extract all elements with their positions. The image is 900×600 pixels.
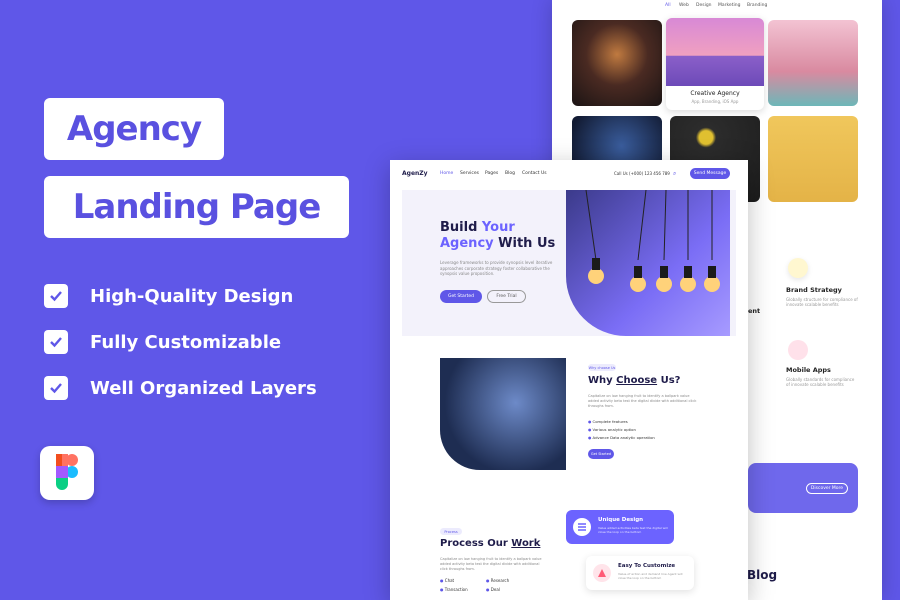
- phone-number: Call Us (+000) 123 456 789: [614, 171, 670, 176]
- front-page-preview: AgenZy Home Services Pages Blog Contact …: [390, 160, 748, 600]
- service-title: Mobile Apps: [786, 366, 831, 374]
- bullet-item: ● Various analytic option: [588, 427, 636, 432]
- feature-label: Fully Customizable: [90, 331, 282, 353]
- check-icon: [44, 376, 68, 400]
- check-icon: [44, 330, 68, 354]
- service-title: Brand Strategy: [786, 286, 842, 294]
- send-message-button[interactable]: Send Message: [690, 168, 730, 179]
- partial-service-title: ent: [748, 307, 761, 315]
- hanging-bulbs-icon: [585, 190, 720, 292]
- check-circle-icon: ●: [486, 587, 490, 592]
- get-started-button[interactable]: Get Started: [440, 290, 482, 303]
- easy-customize-card[interactable]: Easy To Customize Value-of action and de…: [586, 556, 694, 590]
- check-circle-icon: ●: [588, 419, 592, 424]
- search-icon[interactable]: ⌕: [673, 170, 676, 178]
- feature-label: Well Organized Layers: [90, 377, 317, 399]
- filter-marketing[interactable]: Marketing: [718, 3, 740, 8]
- free-trial-button[interactable]: Free Trial: [487, 290, 526, 303]
- feature-item: High-Quality Design: [44, 284, 293, 308]
- check-icon: [44, 284, 68, 308]
- check-circle-icon: ●: [588, 435, 592, 440]
- figma-logo-icon: [40, 446, 94, 500]
- creative-agency-image: [666, 18, 764, 86]
- why-choose-title: Why Choose Us?: [588, 375, 681, 386]
- feature-label: High-Quality Design: [90, 285, 294, 307]
- check-circle-icon: ●: [440, 578, 444, 583]
- filter-design[interactable]: Design: [696, 3, 712, 8]
- cta-banner: Discover More: [748, 463, 858, 513]
- process-item: ● Chat: [440, 578, 455, 583]
- check-circle-icon: ●: [486, 578, 490, 583]
- filter-web[interactable]: Web: [679, 3, 689, 8]
- portfolio-arches-image[interactable]: [768, 20, 858, 106]
- why-choose-description: Capitalize on low hanging fruit to ident…: [588, 394, 697, 408]
- check-circle-icon: ●: [440, 587, 444, 592]
- logo[interactable]: AgenZy: [402, 170, 428, 177]
- check-circle-icon: ●: [588, 427, 592, 432]
- nav-home[interactable]: Home: [440, 171, 453, 176]
- card-title: Easy To Customize: [618, 563, 676, 569]
- nav-pages[interactable]: Pages: [485, 171, 498, 176]
- feature-item: Well Organized Layers: [44, 376, 317, 400]
- process-item: ● Deal: [486, 587, 500, 592]
- unique-design-card[interactable]: Unique Design Value added activities bet…: [566, 510, 674, 544]
- card-desc: Value-of action and demand line Agent wi…: [618, 572, 683, 580]
- hero-title: Build Your Agency With Us: [440, 220, 556, 251]
- process-item: ● Transaction: [440, 587, 468, 592]
- paper-boats-image: [440, 358, 566, 470]
- portfolio-card-subtitle: App, Branding, iOS App: [691, 99, 739, 104]
- headline-line1: Agency: [66, 109, 202, 149]
- headline-line2: Landing Page: [72, 187, 322, 227]
- hero-bulbs-image: [566, 190, 730, 336]
- hero-description: Leverage frameworks to provide synopsis …: [440, 260, 553, 276]
- blog-heading: Blog: [747, 568, 778, 582]
- nav-blog[interactable]: Blog: [505, 171, 515, 176]
- bullet-item: ● Advance Data analytic operation: [588, 435, 655, 440]
- why-choose-bullets: ● Complete features ● Various analytic o…: [588, 418, 655, 442]
- customize-icon: [593, 564, 611, 582]
- headline-agency-badge: Agency: [44, 98, 224, 160]
- feature-item: Fully Customizable: [44, 330, 281, 354]
- bullet-item: ● Complete features: [588, 419, 628, 424]
- portfolio-plant-image[interactable]: [768, 116, 858, 202]
- discover-more-button[interactable]: Discover More: [806, 483, 848, 494]
- process-items: ● Chat ● Research ● Transaction ● Deal: [440, 578, 532, 592]
- process-title: Process Our Work: [440, 538, 541, 549]
- layers-icon: [573, 518, 591, 536]
- filter-branding[interactable]: Branding: [747, 3, 767, 8]
- process-description: Capitalize on low hanging fruit to ident…: [440, 557, 542, 571]
- why-choose-tag: Why choose Us: [588, 364, 616, 371]
- filter-all[interactable]: All: [665, 3, 671, 8]
- why-get-started-button[interactable]: Get Started: [588, 449, 614, 459]
- service-desc: Globally standards for compliance of inn…: [786, 377, 855, 387]
- portfolio-bulb-image[interactable]: [572, 20, 662, 106]
- card-title: Unique Design: [598, 517, 644, 523]
- process-item: ● Research: [486, 578, 510, 583]
- portfolio-card-title: Creative Agency: [690, 90, 740, 97]
- card-desc: Value added activities beta test the dig…: [598, 526, 668, 534]
- nav-services[interactable]: Services: [460, 171, 479, 176]
- portfolio-card-featured[interactable]: Creative Agency App, Branding, iOS App: [666, 18, 764, 110]
- mobile-apps-icon: [788, 340, 808, 360]
- nav-contact[interactable]: Contact Us: [522, 171, 547, 176]
- brand-strategy-icon: [788, 258, 808, 278]
- headline-landing-page-badge: Landing Page: [44, 176, 349, 238]
- service-desc: Globally structure for compliance of inn…: [786, 297, 858, 307]
- process-tag: Process: [440, 528, 462, 535]
